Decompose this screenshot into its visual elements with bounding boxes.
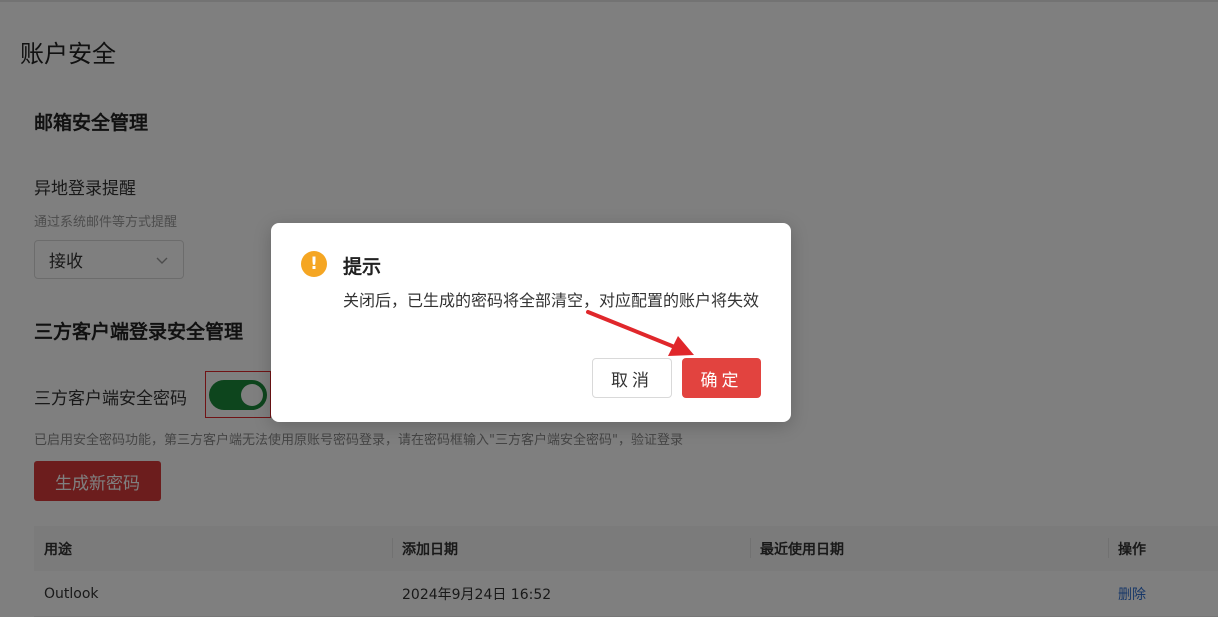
confirm-dialog: ! 提示 关闭后，已生成的密码将全部清空，对应配置的账户将失效 取消 确定 bbox=[271, 223, 791, 422]
dialog-title: 提示 bbox=[343, 256, 382, 278]
confirm-button[interactable]: 确定 bbox=[682, 358, 761, 398]
dialog-message: 关闭后，已生成的密码将全部清空，对应配置的账户将失效 bbox=[343, 291, 760, 310]
cancel-button[interactable]: 取消 bbox=[592, 358, 672, 398]
account-security-page: 账户安全 邮箱安全管理 异地登录提醒 通过系统邮件等方式提醒 接收 三方客户端登… bbox=[0, 0, 1218, 617]
warning-icon: ! bbox=[301, 251, 327, 277]
